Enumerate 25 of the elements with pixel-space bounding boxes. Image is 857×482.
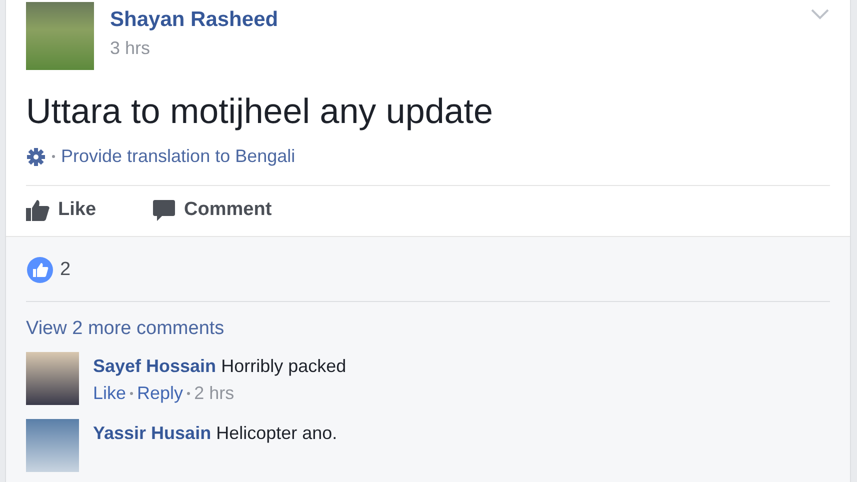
commenter-name[interactable]: Sayef Hossain [93, 356, 216, 376]
like-reaction-icon[interactable] [26, 256, 54, 284]
comment-text: Horribly packed [221, 356, 346, 376]
view-more-comments-link[interactable]: View 2 more comments [26, 318, 224, 340]
chevron-down-icon[interactable] [810, 8, 830, 20]
comment-button[interactable]: Comment [152, 198, 272, 222]
speech-bubble-icon [152, 198, 176, 222]
comment-reply-link[interactable]: Reply [137, 383, 184, 404]
translation-link[interactable]: Provide translation to Bengali [61, 146, 296, 167]
comment-text: Helicopter ano. [216, 423, 338, 443]
avatar-photo-placeholder [26, 2, 94, 70]
reaction-count[interactable]: 2 [60, 259, 71, 281]
thumbs-up-icon [26, 199, 50, 221]
author-name[interactable]: Shayan Rasheed [110, 8, 278, 32]
gear-icon[interactable] [26, 146, 46, 166]
comment-like-link[interactable]: Like [93, 383, 126, 404]
separator-dot [187, 392, 190, 395]
separator-dot [52, 155, 55, 158]
separator-dot [130, 392, 134, 395]
avatar-photo-placeholder [26, 419, 79, 472]
avatar-photo-placeholder [26, 352, 79, 405]
comment-time: 2 hrs [194, 383, 234, 404]
like-button[interactable]: Like [26, 198, 96, 222]
commenter-name[interactable]: Yassir Husain [93, 423, 212, 443]
post-text: Uttara to motijheel any update [26, 92, 494, 132]
